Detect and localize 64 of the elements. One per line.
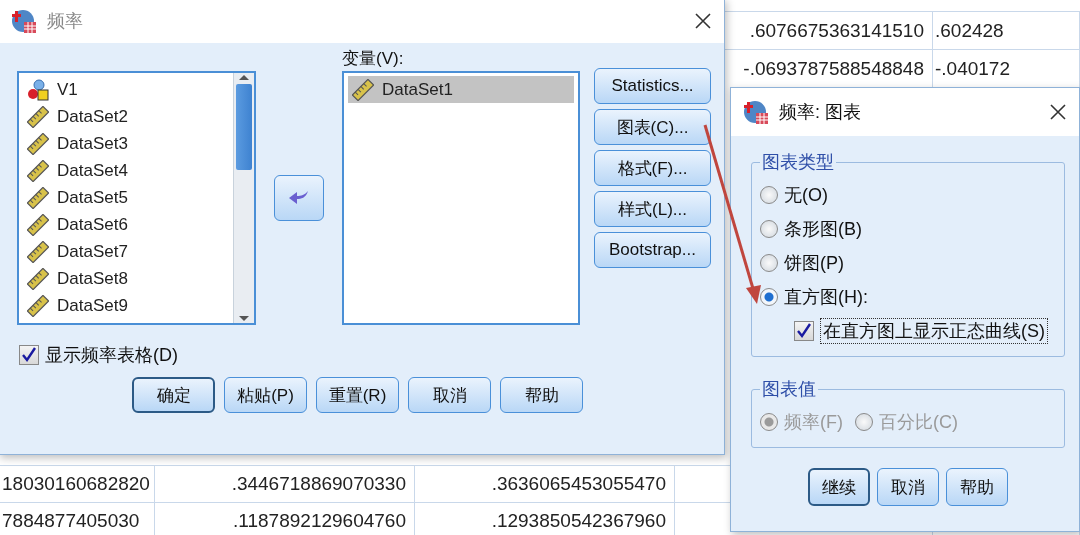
app-icon [743, 99, 769, 125]
variable-item[interactable]: DataSet8 [23, 265, 229, 292]
checkbox-label: 在直方图上显示正态曲线(S) [820, 318, 1048, 344]
variable-item[interactable]: DataSet7 [23, 238, 229, 265]
checkbox[interactable] [794, 321, 814, 341]
table-cell: 7884877405030 [2, 510, 140, 532]
variable-item[interactable]: V1 [23, 76, 229, 103]
option-label: 频率(F) [784, 411, 843, 434]
group-title: 图表类型 [761, 151, 835, 174]
option-label: 直方图(H): [784, 286, 868, 309]
option-label: 条形图(B) [784, 218, 862, 241]
radio-button[interactable] [760, 254, 778, 272]
scroll-down-icon[interactable] [238, 315, 250, 323]
target-variable-list[interactable]: DataSet1 [342, 71, 580, 325]
dialog-button[interactable]: 取消 [408, 377, 491, 413]
group-title: 图表值 [761, 378, 817, 401]
dialog-button[interactable]: 取消 [877, 468, 939, 506]
table-cell: .1293850542367960 [491, 510, 666, 532]
table-cell: .1187892129604760 [233, 510, 406, 532]
dialog-button[interactable]: 粘贴(P) [224, 377, 307, 413]
variable-item[interactable]: DataSet4 [23, 157, 229, 184]
radio-button[interactable] [760, 288, 778, 306]
dialog-button[interactable]: Statistics... [594, 68, 711, 104]
dialog-button[interactable]: Bootstrap... [594, 232, 711, 268]
variable-item[interactable]: DataSet6 [23, 211, 229, 238]
radio-button[interactable] [760, 186, 778, 204]
checkbox[interactable] [19, 345, 39, 365]
table-cell: .3636065453055470 [491, 473, 666, 495]
dialog-button[interactable]: 格式(F)... [594, 150, 711, 186]
table-cell: .6076675363141510 [749, 19, 924, 42]
dialog-button[interactable]: 确定 [132, 377, 215, 413]
variable-item[interactable]: DataSet9 [23, 292, 229, 319]
variable-item[interactable]: DataSet5 [23, 184, 229, 211]
scroll-up-icon[interactable] [238, 73, 250, 81]
dialog-button[interactable]: 帮助 [500, 377, 583, 413]
table-cell: 18030160682820 [2, 473, 150, 495]
close-icon[interactable] [694, 12, 712, 30]
source-variable-list[interactable]: V1 DataSet2 DataSet3 DataSet4 DataSet5 DataSet6 DataSet7 DataSet8 DataSet9 [17, 71, 256, 325]
table-cell: .602428 [935, 19, 1004, 42]
variables-label: 变量(V): [342, 48, 405, 70]
option-label: 百分比(C) [879, 411, 958, 434]
dialog-button[interactable]: 帮助 [946, 468, 1008, 506]
window-title: 频率 [47, 10, 84, 33]
dialog-button[interactable]: 样式(L)... [594, 191, 711, 227]
app-icon [11, 8, 37, 34]
close-icon[interactable] [1049, 103, 1067, 121]
table-cell: .3446718869070330 [231, 473, 406, 495]
move-button[interactable] [274, 175, 324, 221]
nominal-icon [27, 78, 49, 101]
dialog-button[interactable]: 继续 [808, 468, 870, 506]
variable-item[interactable]: DataSet1 [348, 76, 574, 103]
scrollbar[interactable] [233, 73, 254, 323]
dialog-button[interactable]: 重置(R) [316, 377, 399, 413]
table-cell: -.0693787588548848 [743, 57, 924, 80]
variable-item[interactable]: DataSet2 [23, 103, 229, 130]
option-label: 无(O) [784, 184, 828, 207]
radio-button[interactable] [760, 220, 778, 238]
dialog-button[interactable]: 图表(C)... [594, 109, 711, 145]
window-title: 频率: 图表 [779, 101, 862, 124]
checkbox-label: 显示频率表格(D) [45, 344, 178, 367]
arrow-icon [288, 189, 310, 207]
variable-item[interactable]: DataSet3 [23, 130, 229, 157]
table-cell: -.040172 [935, 57, 1010, 80]
option-label: 饼图(P) [784, 252, 844, 275]
